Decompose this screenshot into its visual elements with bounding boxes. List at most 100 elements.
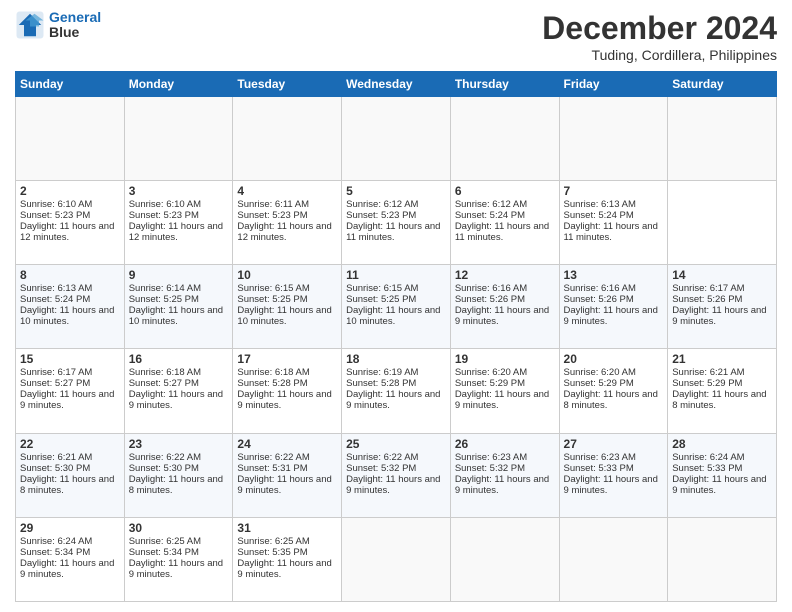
header: General Blue December 2024 Tuding, Cordi… bbox=[15, 10, 777, 63]
day-number: 11 bbox=[346, 268, 446, 282]
sunset-text: Sunset: 5:23 PM bbox=[346, 210, 446, 221]
day-number: 17 bbox=[237, 352, 337, 366]
sunset-text: Sunset: 5:32 PM bbox=[455, 463, 555, 474]
day-number: 24 bbox=[237, 437, 337, 451]
day-number: 7 bbox=[564, 184, 664, 198]
calendar-week-row: 29Sunrise: 6:24 AMSunset: 5:34 PMDayligh… bbox=[16, 517, 777, 601]
sunset-text: Sunset: 5:24 PM bbox=[455, 210, 555, 221]
calendar-header-thursday: Thursday bbox=[450, 72, 559, 97]
sunrise-text: Sunrise: 6:15 AM bbox=[346, 283, 446, 294]
calendar-cell bbox=[342, 97, 451, 181]
daylight-text: Daylight: 11 hours and 9 minutes. bbox=[455, 474, 555, 496]
sunset-text: Sunset: 5:34 PM bbox=[20, 547, 120, 558]
calendar-header-sunday: Sunday bbox=[16, 72, 125, 97]
daylight-text: Daylight: 11 hours and 11 minutes. bbox=[564, 221, 664, 243]
logo-line2: Blue bbox=[49, 25, 101, 40]
sunset-text: Sunset: 5:23 PM bbox=[129, 210, 229, 221]
day-number: 14 bbox=[672, 268, 772, 282]
daylight-text: Daylight: 11 hours and 9 minutes. bbox=[129, 389, 229, 411]
day-number: 13 bbox=[564, 268, 664, 282]
sunset-text: Sunset: 5:29 PM bbox=[564, 378, 664, 389]
calendar-cell: 12Sunrise: 6:16 AMSunset: 5:26 PMDayligh… bbox=[450, 265, 559, 349]
sunset-text: Sunset: 5:30 PM bbox=[20, 463, 120, 474]
day-number: 31 bbox=[237, 521, 337, 535]
calendar-cell: 21Sunrise: 6:21 AMSunset: 5:29 PMDayligh… bbox=[668, 349, 777, 433]
day-number: 22 bbox=[20, 437, 120, 451]
calendar-cell: 3Sunrise: 6:10 AMSunset: 5:23 PMDaylight… bbox=[124, 181, 233, 265]
month-title: December 2024 bbox=[542, 10, 777, 47]
calendar-cell: 4Sunrise: 6:11 AMSunset: 5:23 PMDaylight… bbox=[233, 181, 342, 265]
daylight-text: Daylight: 11 hours and 12 minutes. bbox=[20, 221, 120, 243]
daylight-text: Daylight: 11 hours and 9 minutes. bbox=[237, 558, 337, 580]
daylight-text: Daylight: 11 hours and 11 minutes. bbox=[346, 221, 446, 243]
sunset-text: Sunset: 5:33 PM bbox=[564, 463, 664, 474]
sunrise-text: Sunrise: 6:17 AM bbox=[20, 367, 120, 378]
sunrise-text: Sunrise: 6:10 AM bbox=[129, 199, 229, 210]
sunset-text: Sunset: 5:28 PM bbox=[346, 378, 446, 389]
daylight-text: Daylight: 11 hours and 9 minutes. bbox=[672, 305, 772, 327]
calendar-header-tuesday: Tuesday bbox=[233, 72, 342, 97]
calendar-cell: 27Sunrise: 6:23 AMSunset: 5:33 PMDayligh… bbox=[559, 433, 668, 517]
calendar-table: SundayMondayTuesdayWednesdayThursdayFrid… bbox=[15, 71, 777, 602]
daylight-text: Daylight: 11 hours and 9 minutes. bbox=[564, 474, 664, 496]
calendar-week-row bbox=[16, 97, 777, 181]
day-number: 20 bbox=[564, 352, 664, 366]
calendar-cell: 8Sunrise: 6:13 AMSunset: 5:24 PMDaylight… bbox=[16, 265, 125, 349]
calendar-cell: 2Sunrise: 6:10 AMSunset: 5:23 PMDaylight… bbox=[16, 181, 125, 265]
calendar-cell bbox=[668, 517, 777, 601]
sunset-text: Sunset: 5:24 PM bbox=[564, 210, 664, 221]
sunset-text: Sunset: 5:25 PM bbox=[237, 294, 337, 305]
sunrise-text: Sunrise: 6:25 AM bbox=[129, 536, 229, 547]
day-number: 3 bbox=[129, 184, 229, 198]
title-block: December 2024 Tuding, Cordillera, Philip… bbox=[542, 10, 777, 63]
sunset-text: Sunset: 5:35 PM bbox=[237, 547, 337, 558]
calendar-cell: 6Sunrise: 6:12 AMSunset: 5:24 PMDaylight… bbox=[450, 181, 559, 265]
calendar-cell bbox=[559, 517, 668, 601]
daylight-text: Daylight: 11 hours and 10 minutes. bbox=[346, 305, 446, 327]
sunset-text: Sunset: 5:26 PM bbox=[672, 294, 772, 305]
sunrise-text: Sunrise: 6:25 AM bbox=[237, 536, 337, 547]
calendar-header-friday: Friday bbox=[559, 72, 668, 97]
sunrise-text: Sunrise: 6:20 AM bbox=[455, 367, 555, 378]
calendar-cell: 16Sunrise: 6:18 AMSunset: 5:27 PMDayligh… bbox=[124, 349, 233, 433]
sunrise-text: Sunrise: 6:21 AM bbox=[20, 452, 120, 463]
daylight-text: Daylight: 11 hours and 11 minutes. bbox=[455, 221, 555, 243]
daylight-text: Daylight: 11 hours and 12 minutes. bbox=[237, 221, 337, 243]
daylight-text: Daylight: 11 hours and 9 minutes. bbox=[20, 558, 120, 580]
calendar-cell: 22Sunrise: 6:21 AMSunset: 5:30 PMDayligh… bbox=[16, 433, 125, 517]
sunrise-text: Sunrise: 6:12 AM bbox=[455, 199, 555, 210]
calendar-cell: 18Sunrise: 6:19 AMSunset: 5:28 PMDayligh… bbox=[342, 349, 451, 433]
daylight-text: Daylight: 11 hours and 9 minutes. bbox=[237, 474, 337, 496]
calendar-cell: 24Sunrise: 6:22 AMSunset: 5:31 PMDayligh… bbox=[233, 433, 342, 517]
sunset-text: Sunset: 5:27 PM bbox=[129, 378, 229, 389]
day-number: 15 bbox=[20, 352, 120, 366]
calendar-week-row: 15Sunrise: 6:17 AM Sunset: 5:27 PMDayligh… bbox=[16, 349, 777, 433]
logo-line1: General bbox=[49, 9, 101, 25]
sunset-text: Sunset: 5:25 PM bbox=[346, 294, 446, 305]
day-number: 4 bbox=[237, 184, 337, 198]
sunset-text: Sunset: 5:26 PM bbox=[564, 294, 664, 305]
day-number: 19 bbox=[455, 352, 555, 366]
sunset-text: Sunset: 5:26 PM bbox=[455, 294, 555, 305]
sunset-text: Sunset: 5:34 PM bbox=[129, 547, 229, 558]
day-number: 9 bbox=[129, 268, 229, 282]
calendar-cell: 30Sunrise: 6:25 AMSunset: 5:34 PMDayligh… bbox=[124, 517, 233, 601]
day-number: 12 bbox=[455, 268, 555, 282]
sunset-text: Sunset: 5:32 PM bbox=[346, 463, 446, 474]
calendar-cell: 23Sunrise: 6:22 AMSunset: 5:30 PMDayligh… bbox=[124, 433, 233, 517]
logo-text: General Blue bbox=[49, 10, 101, 41]
sunrise-text: Sunrise: 6:17 AM bbox=[672, 283, 772, 294]
sunrise-text: Sunrise: 6:22 AM bbox=[237, 452, 337, 463]
calendar-cell bbox=[450, 97, 559, 181]
calendar-cell: 29Sunrise: 6:24 AMSunset: 5:34 PMDayligh… bbox=[16, 517, 125, 601]
sunrise-text: Sunrise: 6:22 AM bbox=[129, 452, 229, 463]
daylight-text: Daylight: 11 hours and 9 minutes. bbox=[672, 474, 772, 496]
sunset-text: Sunset: 5:28 PM bbox=[237, 378, 337, 389]
calendar-header-saturday: Saturday bbox=[668, 72, 777, 97]
calendar-cell: 10Sunrise: 6:15 AMSunset: 5:25 PMDayligh… bbox=[233, 265, 342, 349]
day-number: 30 bbox=[129, 521, 229, 535]
daylight-text: Daylight: 11 hours and 9 minutes. bbox=[346, 474, 446, 496]
sunrise-text: Sunrise: 6:16 AM bbox=[564, 283, 664, 294]
daylight-text: Daylight: 11 hours and 8 minutes. bbox=[129, 474, 229, 496]
calendar-header-row: SundayMondayTuesdayWednesdayThursdayFrid… bbox=[16, 72, 777, 97]
